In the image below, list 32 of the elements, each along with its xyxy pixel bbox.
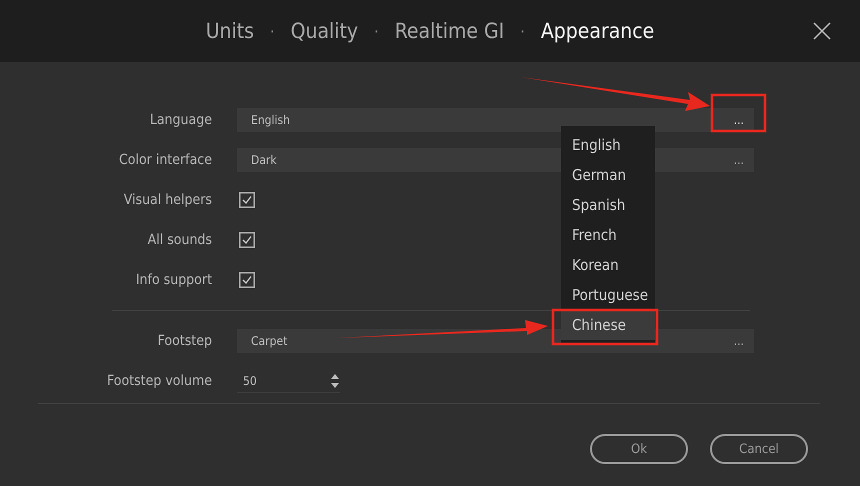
spinner-arrows-icon[interactable] bbox=[330, 372, 340, 388]
more-button[interactable]: ... bbox=[732, 153, 746, 167]
more-button[interactable]: ... bbox=[732, 113, 746, 127]
tab-separator: · bbox=[520, 22, 525, 40]
menu-item[interactable]: Portuguese bbox=[561, 280, 655, 310]
setting-label: Footstep volume bbox=[106, 373, 213, 389]
menu-item[interactable]: French bbox=[561, 220, 655, 250]
tab-separator: · bbox=[270, 22, 275, 40]
setting-label: Language bbox=[148, 112, 213, 128]
select-field[interactable]: English ... bbox=[237, 108, 754, 132]
tab[interactable]: Realtime GI bbox=[394, 19, 504, 43]
close-icon[interactable] bbox=[813, 22, 831, 40]
tab[interactable]: Units bbox=[206, 19, 254, 43]
number-field[interactable]: 50 bbox=[237, 369, 340, 393]
menu-item[interactable]: Spanish bbox=[561, 190, 655, 220]
menu-item[interactable]: Chinese bbox=[561, 310, 655, 340]
checkbox[interactable] bbox=[239, 232, 255, 248]
setting-label: Visual helpers bbox=[122, 192, 213, 208]
tab[interactable]: Appearance bbox=[540, 19, 654, 43]
checkbox[interactable] bbox=[239, 272, 255, 288]
setting-label: Color interface bbox=[118, 152, 213, 168]
tab[interactable]: Quality bbox=[290, 19, 358, 43]
highlight-box bbox=[710, 94, 766, 132]
setting-label: All sounds bbox=[146, 232, 213, 248]
setting-label: Info support bbox=[134, 272, 213, 288]
dialog-button[interactable]: Cancel bbox=[710, 434, 808, 464]
setting-label: Footstep bbox=[156, 333, 213, 349]
dialog-button[interactable]: Ok bbox=[590, 434, 688, 464]
menu-item[interactable]: Korean bbox=[561, 250, 655, 280]
checkbox[interactable] bbox=[239, 192, 255, 208]
tab-separator: · bbox=[374, 22, 379, 40]
more-button[interactable]: ... bbox=[732, 334, 746, 348]
